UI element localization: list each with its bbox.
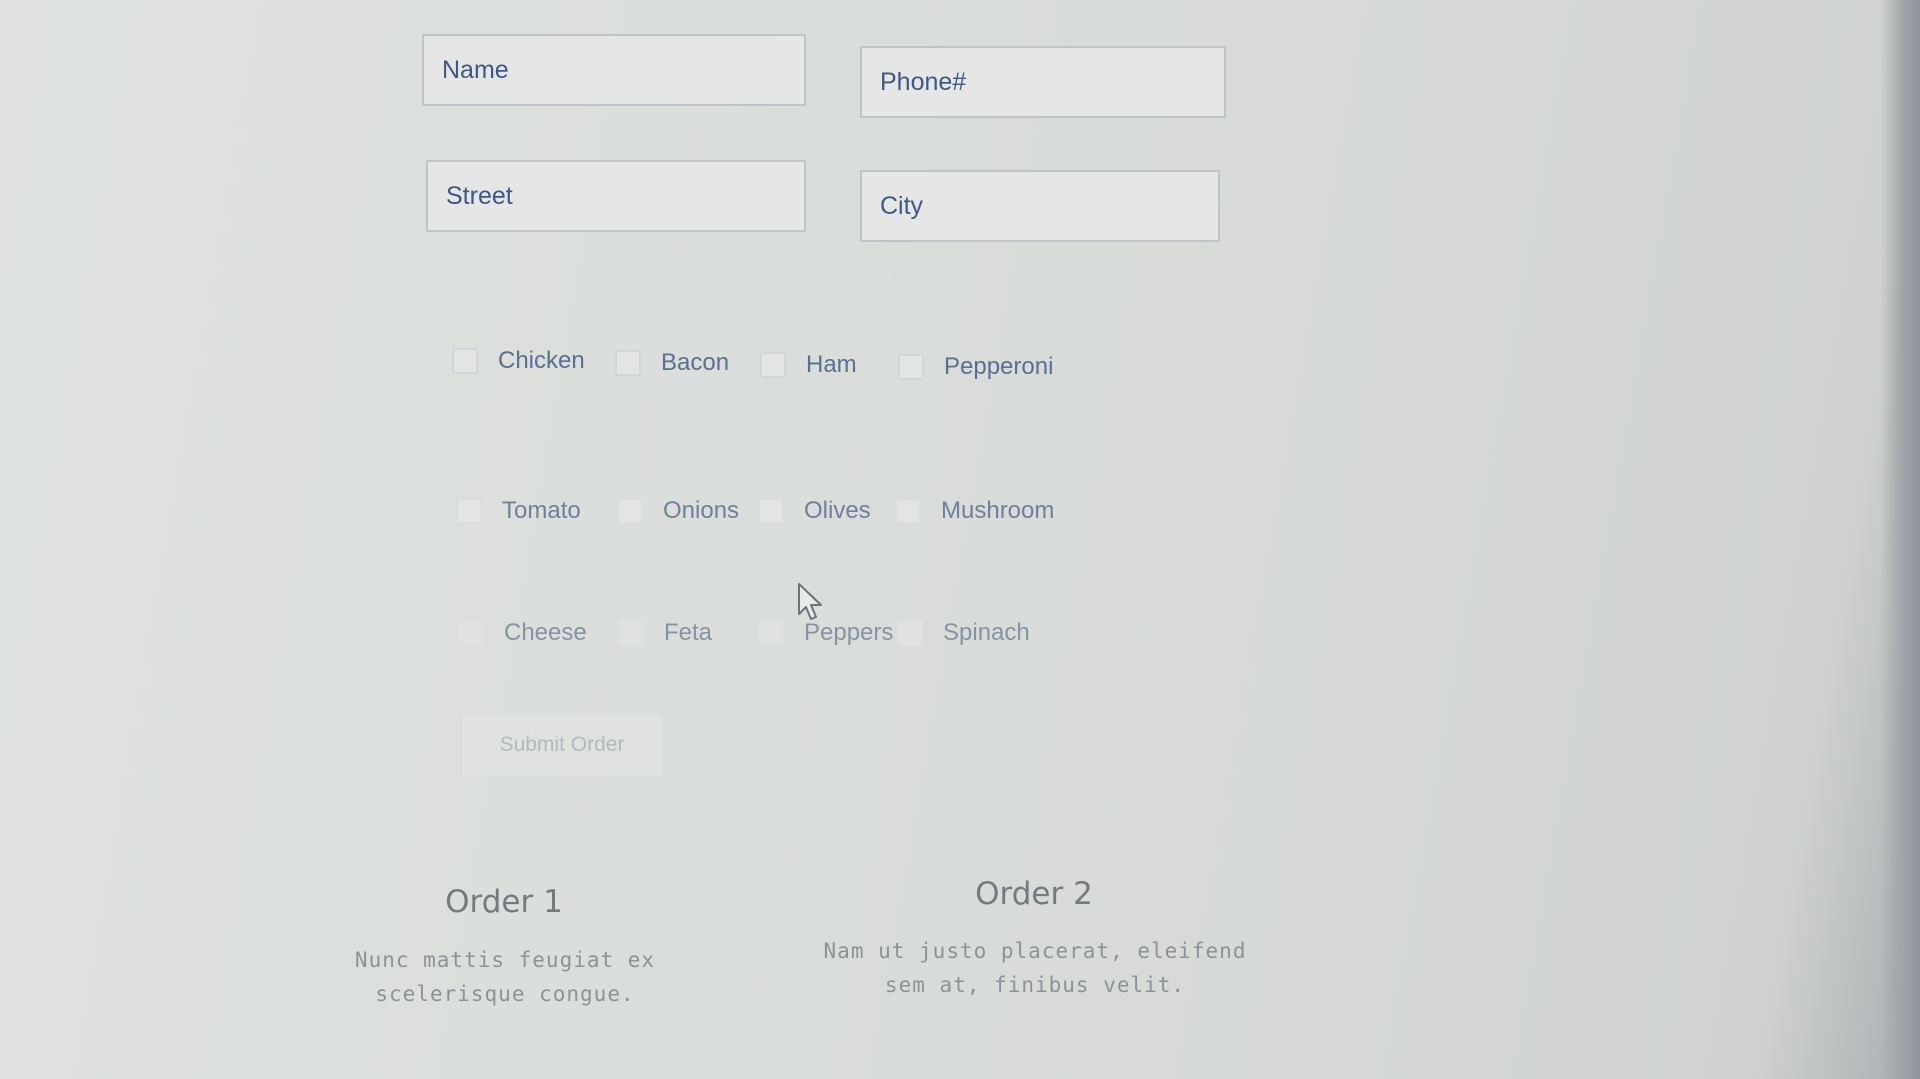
street-field-container bbox=[426, 160, 806, 232]
city-field-container bbox=[860, 170, 1220, 242]
phone-input[interactable] bbox=[862, 48, 1224, 116]
order-2-line-2: sem at, finibus velit. bbox=[884, 973, 1186, 997]
screen-edge bbox=[1880, 0, 1920, 1079]
topping-label: Mushroom bbox=[941, 497, 1055, 524]
mouse-pointer-icon bbox=[798, 583, 822, 620]
topping-label: Feta bbox=[664, 619, 713, 646]
order-2-title: Order 2 bbox=[975, 876, 1093, 912]
topping-feta[interactable]: Feta bbox=[618, 619, 712, 647]
topping-label: Bacon bbox=[661, 349, 730, 376]
topping-label: Pepperoni bbox=[944, 353, 1054, 380]
topping-label: Peppers bbox=[804, 619, 894, 646]
checkbox-icon[interactable] bbox=[456, 498, 482, 524]
checkbox-icon[interactable] bbox=[758, 620, 784, 646]
topping-peppers[interactable]: Peppers bbox=[758, 619, 893, 647]
order-1-title: Order 1 bbox=[445, 884, 563, 920]
name-field-container bbox=[422, 34, 806, 106]
topping-cheese[interactable]: Cheese bbox=[458, 619, 587, 647]
topping-chicken[interactable]: Chicken bbox=[452, 347, 585, 375]
checkbox-icon[interactable] bbox=[760, 352, 786, 378]
order-2-line-1: Nam ut justo placerat, eleifend bbox=[823, 939, 1247, 963]
checkbox-icon[interactable] bbox=[617, 498, 643, 524]
topping-label: Onions bbox=[663, 497, 740, 524]
checkbox-icon[interactable] bbox=[458, 620, 484, 646]
topping-tomato[interactable]: Tomato bbox=[456, 497, 581, 525]
order-2-description: Nam ut justo placerat, eleifend sem at, … bbox=[770, 934, 1300, 1002]
checkbox-icon[interactable] bbox=[758, 498, 784, 524]
topping-label: Tomato bbox=[502, 497, 581, 524]
checkbox-icon[interactable] bbox=[615, 350, 641, 376]
topping-label: Spinach bbox=[943, 619, 1030, 646]
topping-spinach[interactable]: Spinach bbox=[897, 619, 1030, 647]
topping-label: Ham bbox=[806, 351, 857, 378]
phone-field-container bbox=[860, 46, 1226, 118]
order-1-line-1: Nunc mattis feugiat ex bbox=[354, 948, 656, 972]
checkbox-icon[interactable] bbox=[452, 348, 478, 374]
order-1-description: Nunc mattis feugiat ex scelerisque congu… bbox=[290, 943, 720, 1011]
pizza-order-page: Chicken Bacon Ham Pepperoni Tomato Onion… bbox=[0, 0, 1920, 1079]
street-input[interactable] bbox=[428, 162, 804, 230]
topping-olives[interactable]: Olives bbox=[758, 497, 871, 525]
checkbox-icon[interactable] bbox=[895, 498, 921, 524]
topping-label: Olives bbox=[804, 497, 871, 524]
topping-onions[interactable]: Onions bbox=[617, 497, 739, 525]
topping-label: Chicken bbox=[498, 347, 585, 374]
topping-pepperoni[interactable]: Pepperoni bbox=[898, 353, 1053, 381]
checkbox-icon[interactable] bbox=[898, 354, 924, 380]
order-1-line-2: scelerisque congue. bbox=[375, 982, 635, 1006]
topping-ham[interactable]: Ham bbox=[760, 351, 857, 379]
topping-mushroom[interactable]: Mushroom bbox=[895, 497, 1054, 525]
topping-label: Cheese bbox=[504, 619, 587, 646]
name-input[interactable] bbox=[424, 36, 804, 104]
checkbox-icon[interactable] bbox=[897, 620, 923, 646]
submit-order-button[interactable]: Submit Order bbox=[460, 712, 664, 778]
checkbox-icon[interactable] bbox=[618, 620, 644, 646]
city-input[interactable] bbox=[862, 172, 1218, 240]
topping-bacon[interactable]: Bacon bbox=[615, 349, 729, 377]
